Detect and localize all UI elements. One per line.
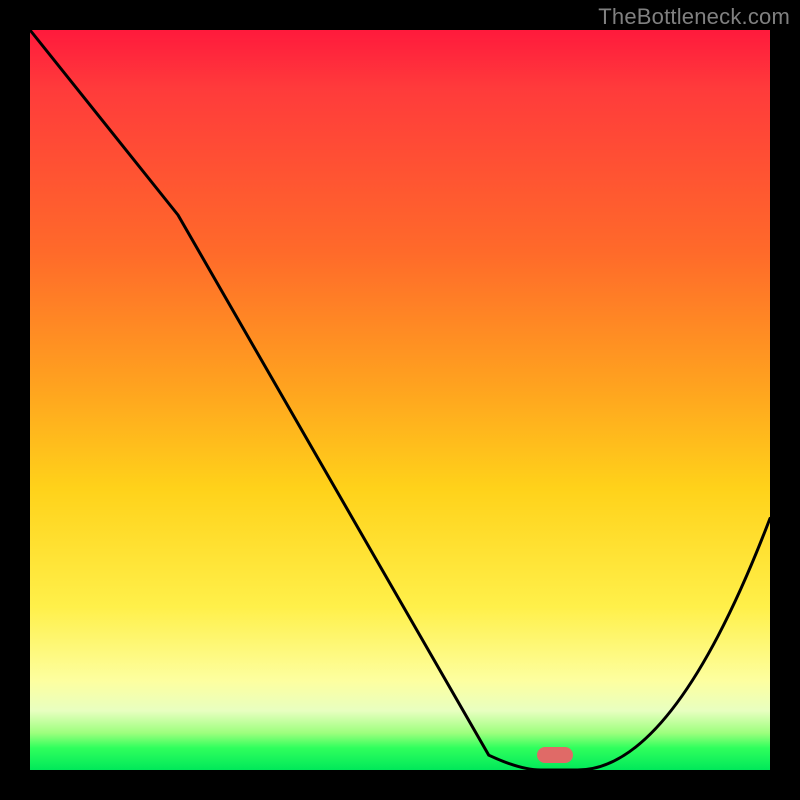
optimal-marker [537,747,573,763]
chart-line-layer [30,30,770,770]
watermark-text: TheBottleneck.com [598,4,790,30]
chart-frame: TheBottleneck.com [0,0,800,800]
bottleneck-curve-path [30,30,770,770]
